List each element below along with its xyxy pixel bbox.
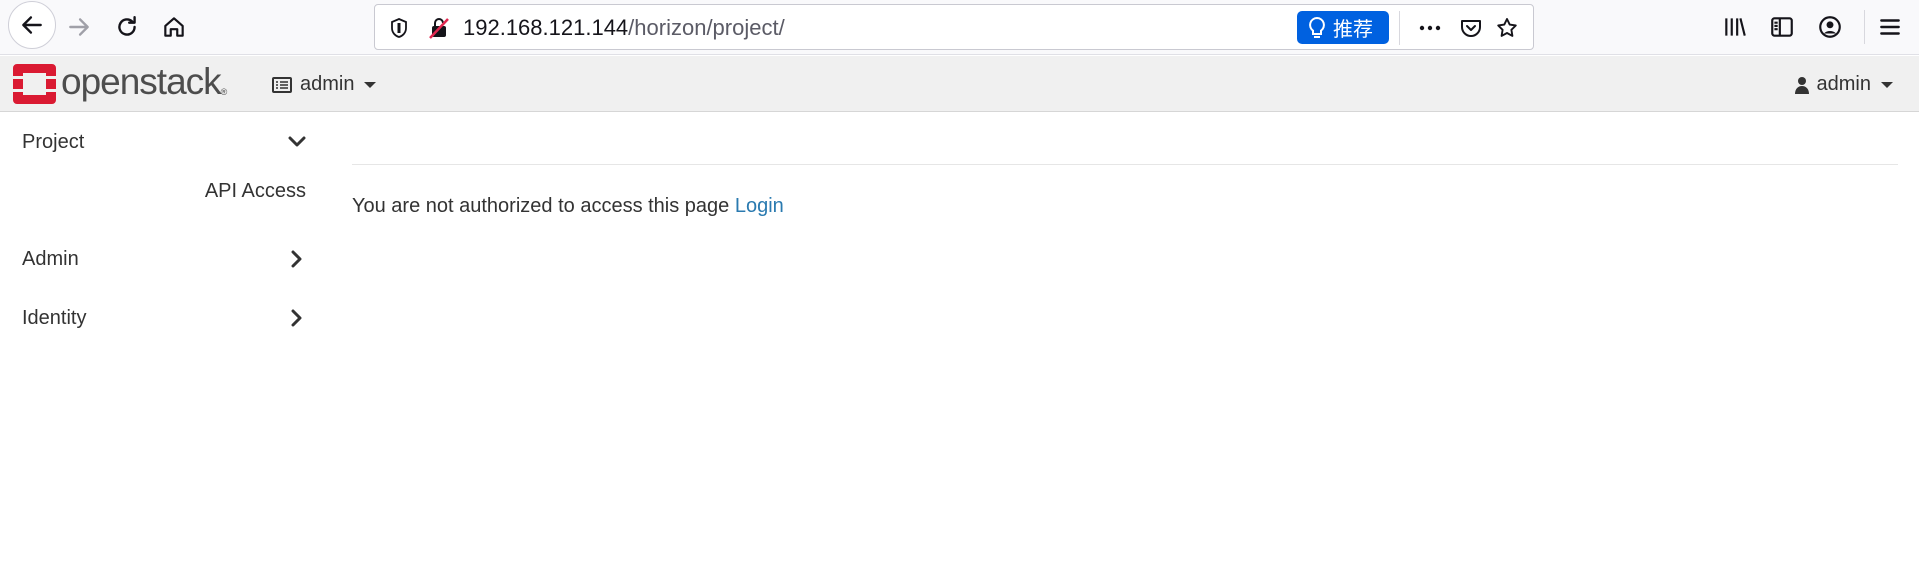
- account-button[interactable]: [1815, 12, 1845, 42]
- project-list-icon: [272, 76, 292, 93]
- back-icon: [22, 16, 42, 34]
- url-separator: [1399, 11, 1400, 45]
- account-icon: [1819, 16, 1841, 38]
- toolbar-separator: [1864, 10, 1865, 44]
- sidebar-item-label: Admin: [22, 247, 79, 270]
- pocket-button[interactable]: [1456, 13, 1486, 43]
- sidebar-item-identity[interactable]: Identity: [22, 298, 306, 338]
- sidebar-subitem-api-access[interactable]: API Access: [205, 180, 306, 203]
- project-dropdown[interactable]: admin: [272, 73, 377, 96]
- chevron-right-icon: [291, 250, 302, 268]
- sidebar-icon: [1771, 17, 1793, 37]
- browser-toolbar: 192.168.121.144/horizon/project/ 推荐: [0, 0, 1919, 55]
- unauthorized-message: You are not authorized to access this pa…: [352, 195, 784, 218]
- logo-text: openstack: [61, 61, 222, 102]
- reload-button[interactable]: [106, 6, 148, 48]
- lightbulb-icon: [1309, 16, 1325, 38]
- star-icon: [1497, 18, 1517, 37]
- pocket-icon: [1461, 20, 1481, 37]
- home-icon: [164, 17, 184, 37]
- logo-registered-mark: ®: [220, 87, 228, 97]
- tracking-shield-icon[interactable]: [389, 17, 409, 39]
- sidebar-item-admin[interactable]: Admin: [22, 239, 306, 279]
- library-icon: [1725, 18, 1746, 36]
- chevron-right-icon: [291, 309, 302, 327]
- chevron-down-icon: [288, 136, 306, 147]
- app-menu-button[interactable]: [1875, 12, 1905, 42]
- openstack-header: openstack ® admin admin: [0, 56, 1919, 112]
- url-path: /horizon/project/: [628, 15, 785, 40]
- url-text[interactable]: 192.168.121.144/horizon/project/: [463, 15, 785, 41]
- page-actions-button[interactable]: [1415, 13, 1445, 43]
- more-icon: [1419, 25, 1441, 31]
- user-dropdown-label: admin: [1816, 73, 1871, 95]
- recommend-button[interactable]: 推荐: [1297, 11, 1389, 44]
- sidebar-item-label: Project: [22, 130, 85, 153]
- chevron-down-icon: [364, 81, 377, 88]
- unauthorized-text: You are not authorized to access this pa…: [352, 195, 730, 217]
- page-header-divider: [352, 164, 1898, 165]
- insecure-lock-icon[interactable]: [427, 16, 451, 40]
- bookmark-star-button[interactable]: [1492, 13, 1522, 43]
- hamburger-menu-icon: [1880, 19, 1900, 35]
- reload-icon: [118, 16, 136, 36]
- user-icon: [1794, 76, 1809, 94]
- openstack-logo[interactable]: openstack ®: [13, 61, 228, 104]
- home-button[interactable]: [153, 6, 195, 48]
- forward-button[interactable]: [58, 6, 100, 48]
- sidebar-toggle-button[interactable]: [1767, 12, 1797, 42]
- login-link[interactable]: Login: [735, 195, 784, 217]
- recommend-label: 推荐: [1333, 17, 1373, 41]
- openstack-logo-icon: [13, 64, 56, 104]
- user-dropdown[interactable]: admin: [1794, 73, 1893, 96]
- chevron-down-icon: [1881, 81, 1893, 88]
- sidebar-item-label: Identity: [22, 306, 87, 329]
- sidebar-item-project[interactable]: Project: [22, 122, 306, 162]
- project-dropdown-label: admin: [300, 73, 355, 95]
- url-bar[interactable]: 192.168.121.144/horizon/project/ 推荐: [374, 4, 1534, 50]
- url-host: 192.168.121.144: [463, 15, 629, 40]
- library-button[interactable]: [1720, 12, 1750, 42]
- forward-icon: [69, 18, 89, 36]
- back-button[interactable]: [8, 1, 56, 49]
